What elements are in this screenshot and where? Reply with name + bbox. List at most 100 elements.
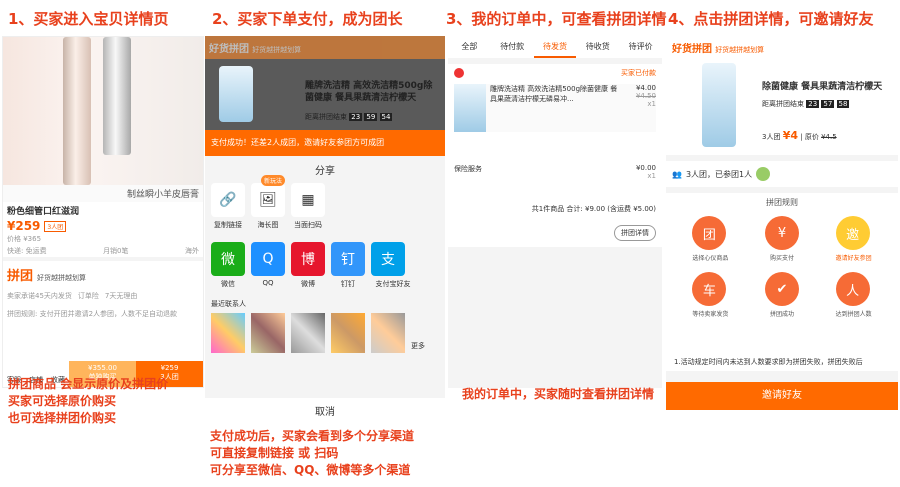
timer-h: 23 [806, 100, 820, 108]
group-detail-screen: 好货拼团 好货越拼越划算 除菌健康 餐具果蔬清洁柠檬天 距离拼团结束 23 57… [666, 36, 898, 410]
insurance-qty: x1 [647, 172, 656, 180]
brand-subtitle: 好货越拼越划算 [715, 46, 765, 54]
group-detail-button[interactable]: 拼团详情 [614, 225, 656, 241]
dingtalk-option[interactable]: 钉钉钉 [331, 242, 365, 289]
weibo-option[interactable]: 博微博 [291, 242, 325, 289]
tab-all[interactable]: 全部 [448, 36, 491, 58]
product-image [3, 37, 203, 185]
contact-avatar[interactable] [331, 313, 365, 353]
copy-link-option[interactable]: 🔗 复制链接 [211, 183, 245, 230]
link-icon: 🔗 [211, 183, 245, 217]
original-label: 原价 [804, 133, 819, 141]
share-title: 分享 [315, 166, 335, 177]
rule-step-3: 邀邀请好友参团 [835, 216, 872, 262]
dingtalk-icon: 钉 [331, 242, 365, 276]
product-title: 雕牌洗洁精 高效洗洁精500g除菌健康 餐具果蔬清洁柠檬天 [305, 81, 433, 103]
caption-2: 支付成功后，买家会看到多个分享渠道 可直接复制链接 或 扫码 可分享至微信、QQ… [210, 428, 414, 479]
check-icon: ✔ [765, 272, 799, 306]
qrcode-option[interactable]: ▦ 当面扫码 [291, 183, 325, 230]
overlay-product: 好货拼团 好货越拼越划算 雕牌洗洁精 高效洗洁精500g除菌健康 餐具果蔬清洁柠… [205, 36, 445, 130]
monthly-sales: 月销0笔 [103, 247, 129, 255]
tab-to-ship[interactable]: 待发货 [533, 36, 577, 58]
caption-1-line-1: 拼团商品 会显示原价及拼团价 [8, 377, 169, 391]
rule-step-6-label: 等待卖家发货 [692, 311, 729, 318]
more-contacts[interactable]: 更多 [411, 313, 431, 353]
insurance-label: 保险服务 [454, 165, 482, 173]
qrcode-icon: ▦ [291, 183, 325, 217]
contact-avatar[interactable] [371, 313, 405, 353]
poster-icon: 🖼 [251, 183, 285, 217]
guarantee-3: 7天无理由 [104, 292, 138, 300]
qq-option[interactable]: Q QQ [251, 242, 285, 289]
weibo-label: 微博 [301, 280, 315, 288]
contact-avatar[interactable] [211, 313, 245, 353]
product-detail-screen: 制丝瞬小羊皮唇膏 粉色细管口红滋润 ¥259 3人团 价格 ¥365 快递: 免… [2, 36, 204, 388]
tab-to-receive[interactable]: 待收货 [576, 36, 619, 58]
rule-step-3-label: 邀请好友参团 [835, 255, 872, 262]
group-size: 3人团 [762, 133, 781, 141]
wechat-option[interactable]: 微微信 [211, 242, 245, 289]
group-price: ¥4 [782, 129, 799, 142]
rule-step-4-label: 达到拼团人数 [835, 311, 872, 318]
product-title: 制丝瞬小羊皮唇膏 [3, 185, 203, 202]
joined-status: 3人团，已参团1人 [685, 169, 753, 179]
tab-to-review[interactable]: 待评价 [619, 36, 662, 58]
timer-m: 59 [364, 113, 378, 121]
truck-icon: 车 [692, 272, 727, 306]
timer-label: 距离拼团结束 [305, 113, 347, 121]
buy-original-price: ¥355.00 [88, 364, 117, 372]
brand-title: 好货拼团 [209, 44, 249, 55]
invite-friends-button[interactable]: 邀请好友 [666, 382, 898, 410]
success-banner: 支付成功！还差2人成团，邀请好友参团方可成团 [205, 130, 445, 156]
rule-note: 1.活动规定时间内未达到人数要求即为拼团失败，拼团失败后 [666, 353, 898, 371]
caption-1: 拼团商品 会显示原价及拼团价 买家可选择原价购买 也可选择拼团价购买 [8, 376, 168, 427]
poster-option[interactable]: 🖼 海长图 [251, 183, 285, 230]
new-badge: 新玩法 [261, 175, 286, 186]
dingtalk-label: 钉钉 [341, 280, 355, 288]
poster-label: 海长图 [257, 221, 279, 229]
pintuan-subtitle: 好货越拼越划算 [37, 274, 87, 282]
cancel-button[interactable]: 取消 [205, 398, 445, 428]
alipay-label: 支付宝好友 [375, 280, 411, 288]
caption-2-line-3: 可分享至微信、QQ、微博等多个渠道 [210, 463, 411, 477]
group-price: ¥259 [7, 219, 41, 233]
step-title-2: 2、买家下单支付，成为团长 [212, 10, 403, 28]
alipay-icon: 支 [371, 242, 405, 276]
member-avatar [756, 167, 771, 181]
timer-s: 54 [379, 113, 393, 121]
product-title: 除菌健康 餐具果蔬清洁柠檬天 [762, 82, 883, 92]
timer-m: 57 [821, 100, 835, 108]
original-price: ¥4.5 [821, 133, 837, 141]
insurance-price: ¥0.00 [635, 164, 656, 172]
step-title-3: 3、我的订单中，可查看拼团详情 [446, 10, 667, 28]
copy-link-label: 复制链接 [214, 221, 242, 229]
shipping: 快递: 免运费 [7, 247, 47, 255]
caption-3: 我的订单中，买家随时查看拼团详情 [462, 387, 655, 401]
wechat-icon: 微 [211, 242, 245, 276]
timer-h: 23 [349, 113, 363, 121]
product-thumb [219, 66, 253, 122]
product-original-price: ¥4.50 [635, 92, 656, 100]
qrcode-label: 当面扫码 [294, 221, 322, 229]
step-title-1: 1、买家进入宝贝详情页 [8, 10, 169, 28]
order-status: 买家已付款 [621, 69, 656, 77]
guarantee-2: 订单险 [77, 292, 99, 300]
wechat-label: 微信 [221, 280, 235, 288]
contact-avatar[interactable] [251, 313, 285, 353]
rule-step-1-label: 选择心仪商品 [692, 255, 729, 262]
contact-avatar[interactable] [291, 313, 325, 353]
rule-step-6: 车等待卖家发货 [692, 272, 728, 318]
rule-step-5: ✔ 拼团成功 [765, 272, 799, 318]
rule-step-4: 人达到拼团人数 [835, 272, 872, 318]
product-price: ¥4.00 [635, 84, 656, 92]
people-icon: 人 [835, 272, 870, 306]
product-name: 粉色细管口红滋润 [7, 207, 80, 217]
order-tabs: 全部 待付款 待发货 待收货 待评价 [448, 36, 662, 58]
original-price: 价格 ¥365 [7, 235, 42, 243]
guarantee-1: 卖家承诺45天内发货 [7, 292, 72, 300]
alipay-option[interactable]: 支支付宝好友 [371, 242, 415, 289]
group-icon: 团 [692, 216, 727, 250]
tab-pending-payment[interactable]: 待付款 [491, 36, 534, 58]
product-thumb [454, 84, 486, 132]
order-list-screen: 全部 待付款 待发货 待收货 待评价 买家已付款 雕牌洗洁精 高效洗洁精500g… [448, 36, 662, 388]
